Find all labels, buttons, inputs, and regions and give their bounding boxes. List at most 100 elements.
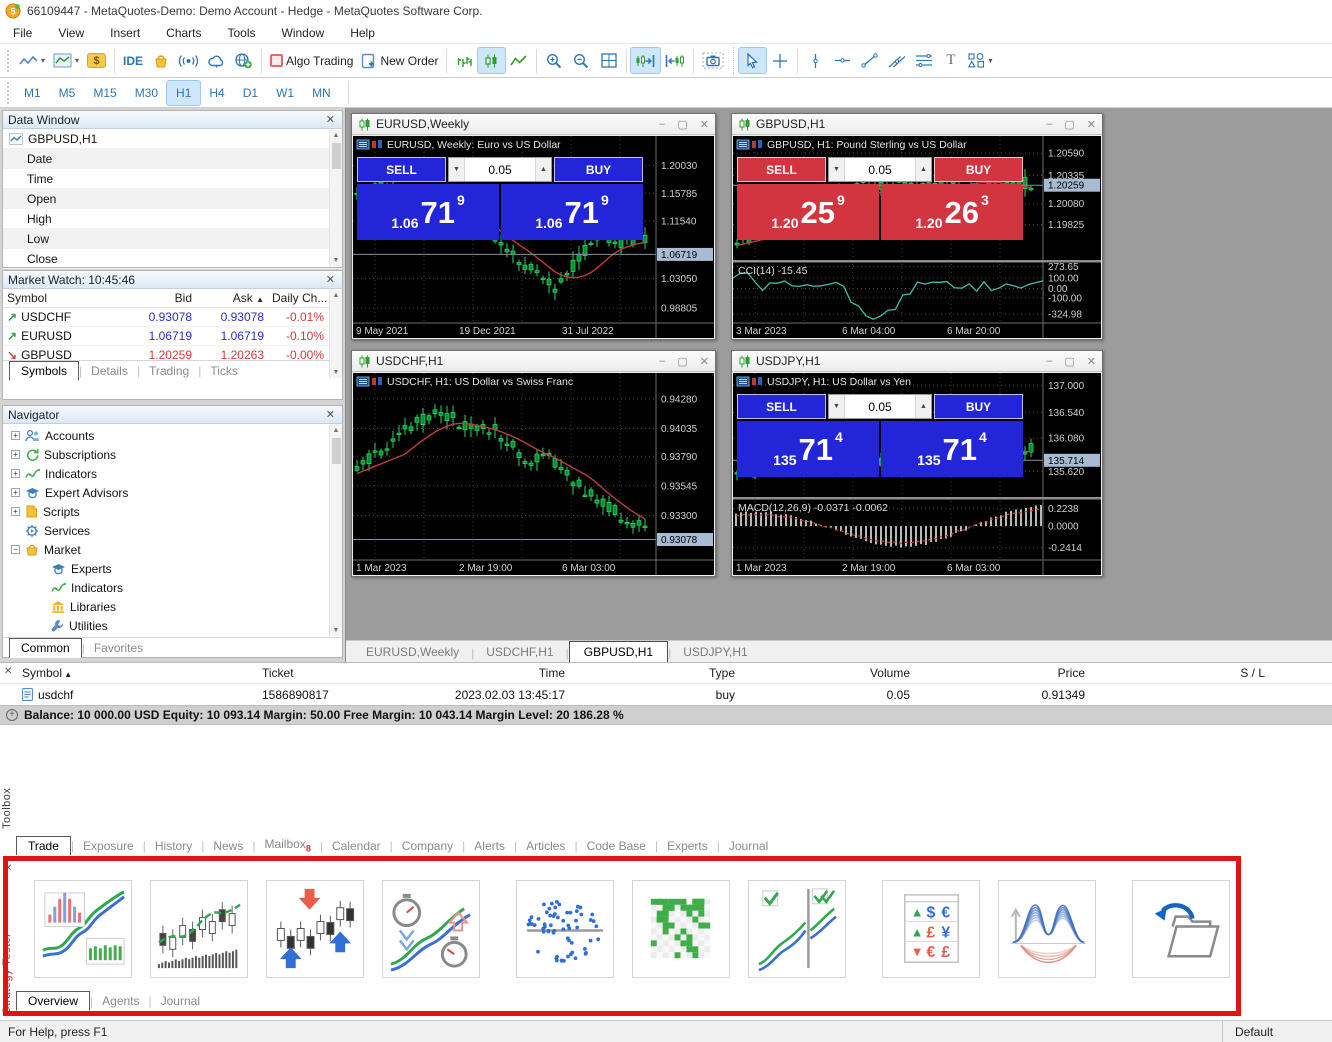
market-watch-scrollbar[interactable]: ▲▼ — [329, 290, 342, 378]
expand-plus-icon[interactable]: + — [6, 709, 18, 721]
navigator-item-scripts[interactable]: +Scripts — [3, 502, 342, 521]
scroll-thumb[interactable] — [332, 143, 341, 169]
volume-value[interactable]: 0.05 — [845, 158, 915, 181]
toolbox-tab-code-base[interactable]: Code Base — [578, 837, 655, 855]
tester-tile-speed-test[interactable] — [382, 880, 480, 978]
tree-expand-icon[interactable]: + — [11, 450, 20, 459]
tester-tile-performance-charts[interactable] — [34, 880, 132, 978]
close-icon[interactable]: ✕ — [700, 118, 709, 131]
zoom-out-button[interactable] — [568, 48, 595, 73]
crosshair-tool-button[interactable] — [766, 48, 793, 73]
minimize-icon[interactable]: – — [1046, 355, 1052, 368]
data-window-scrollbar[interactable]: ▲▼ — [329, 130, 342, 266]
sell-button[interactable]: SELL — [357, 157, 446, 182]
algo-trading-button[interactable]: Algo Trading — [266, 48, 357, 73]
volume-decrease-icon[interactable]: ▼ — [829, 158, 845, 181]
maximize-icon[interactable]: ▢ — [677, 118, 687, 131]
timeframe-m30[interactable]: M30 — [126, 81, 167, 105]
timeframe-mn[interactable]: MN — [303, 81, 340, 105]
buy-button[interactable]: BUY — [554, 157, 643, 182]
close-icon[interactable]: ✕ — [1087, 355, 1096, 368]
tree-expand-icon[interactable]: + — [11, 507, 20, 516]
column-type[interactable]: Type — [571, 666, 741, 680]
timeframe-m1[interactable]: M1 — [15, 81, 50, 105]
signals-button[interactable] — [174, 48, 203, 73]
new-order-button[interactable]: New Order — [357, 48, 442, 73]
toolbox-tab-alerts[interactable]: Alerts — [465, 837, 514, 855]
volume-increase-icon[interactable]: ▲ — [915, 158, 931, 181]
chart-tab-gbpusd-h1[interactable]: GBPUSD,H1 — [569, 641, 668, 662]
auto-scroll-button[interactable] — [631, 48, 660, 73]
vertical-line-tool-button[interactable] — [802, 48, 829, 73]
tester-tile-multicurrency-table[interactable]: ▲$€▲£¥▼€£ — [882, 880, 980, 978]
metaeditor-ide-button[interactable]: IDE — [119, 48, 147, 73]
toolbox-tab-news[interactable]: News — [204, 837, 252, 855]
tester-tile-optimization-grid[interactable] — [632, 880, 730, 978]
close-icon[interactable]: ✕ — [1087, 118, 1096, 131]
scroll-up-icon[interactable]: ▲ — [333, 130, 340, 141]
volume-decrease-icon[interactable]: ▼ — [449, 158, 465, 181]
menu-tools[interactable]: Tools — [215, 23, 269, 43]
column-price[interactable]: Price — [916, 666, 1091, 680]
screenshot-camera-button[interactable] — [698, 48, 728, 73]
maximize-icon[interactable]: ▢ — [677, 355, 687, 368]
tab-symbols[interactable]: Symbols — [9, 361, 79, 381]
column-time[interactable]: Time — [441, 666, 571, 680]
tester-tile-history-quality[interactable] — [150, 880, 248, 978]
buy-price-cell[interactable]: 1.20263 — [881, 184, 1023, 240]
navigator-scrollbar[interactable]: ▲▼ — [329, 425, 342, 636]
minimize-icon[interactable]: – — [1046, 118, 1052, 131]
timeframe-m15[interactable]: M15 — [84, 81, 125, 105]
chart-shift-button[interactable] — [660, 48, 689, 73]
chart-canvas-usdjpy[interactable]: 137.000136.540136.080135.714135.620USDJP… — [733, 373, 1101, 575]
scroll-up-icon[interactable]: ▲ — [333, 290, 340, 301]
tab-common[interactable]: Common — [9, 638, 82, 658]
scroll-up-icon[interactable]: ▲ — [333, 425, 340, 436]
chart-canvas-usdchf[interactable]: 0.942800.940350.937900.935450.933000.930… — [353, 373, 714, 575]
sell-price-cell[interactable]: 135714 — [737, 421, 879, 477]
column-symbol[interactable]: Symbol ▲ — [16, 666, 256, 680]
scroll-down-icon[interactable]: ▼ — [333, 625, 340, 636]
scroll-thumb[interactable] — [332, 438, 341, 464]
toolbox-tab-journal[interactable]: Journal — [720, 837, 777, 855]
menu-file[interactable]: File — [0, 23, 45, 43]
trade-position-row[interactable]: usdchf15868908172023.02.03 13:45:17buy0.… — [0, 684, 1332, 705]
volume-value[interactable]: 0.05 — [465, 158, 535, 181]
equidistant-lines-tool-button[interactable] — [910, 48, 937, 73]
market-dollar-button[interactable]: $ — [83, 48, 110, 73]
toolbox-close-icon[interactable]: ✕ — [4, 666, 12, 677]
bar-chart-style-button[interactable] — [451, 48, 478, 73]
timeframe-w1[interactable]: W1 — [267, 81, 303, 105]
tab-ticks[interactable]: Ticks — [201, 362, 247, 380]
maximize-icon[interactable]: ▢ — [1064, 118, 1074, 131]
minimize-icon[interactable]: – — [659, 355, 665, 368]
community-button[interactable] — [230, 48, 257, 73]
navigator-item-accounts[interactable]: +Accounts — [3, 426, 342, 445]
vps-cloud-button[interactable] — [203, 48, 230, 73]
horizontal-line-tool-button[interactable] — [829, 48, 856, 73]
navigator-item-indicators[interactable]: +Indicators — [3, 464, 342, 483]
chart-window-usdjpy[interactable]: USDJPY,H1–▢✕137.000136.540136.080135.714… — [731, 350, 1103, 577]
toolbox-tab-experts[interactable]: Experts — [658, 837, 717, 855]
status-profile[interactable]: Default — [1222, 1021, 1273, 1042]
chart-window-gbpusd[interactable]: GBPUSD,H1–▢✕1.205901.203351.202591.20080… — [731, 113, 1103, 340]
toolbox-tab-history[interactable]: History — [146, 837, 201, 855]
tester-tile-load-previous[interactable] — [1132, 880, 1230, 978]
buy-button[interactable]: BUY — [934, 394, 1023, 419]
toolbox-tab-exposure[interactable]: Exposure — [74, 837, 143, 855]
candle-chart-style-button[interactable] — [478, 48, 505, 73]
chart-canvas-gbpusd[interactable]: 1.205901.203351.202591.200801.19825GBPUS… — [733, 136, 1101, 338]
navigator-item-experts[interactable]: Experts — [3, 559, 342, 578]
chart-window-usdchf[interactable]: USDCHF,H1–▢✕0.942800.940350.937900.93545… — [351, 350, 716, 577]
toolbox-tab-articles[interactable]: Articles — [517, 837, 574, 855]
navigator-item-libraries[interactable]: Libraries — [3, 597, 342, 616]
market-watch-row-usdchf[interactable]: ↗USDCHF0.930780.93078-0.01% — [3, 308, 342, 327]
volume-value[interactable]: 0.05 — [845, 395, 915, 418]
close-icon[interactable]: ✕ — [324, 273, 337, 286]
tree-expand-icon[interactable]: + — [11, 431, 20, 440]
data-window-toggle-button[interactable]: ▾ — [49, 48, 83, 73]
scroll-down-icon[interactable]: ▼ — [333, 367, 340, 378]
toolbox-tab-trade[interactable]: Trade — [16, 836, 71, 856]
column-bid[interactable]: Bid — [118, 291, 196, 305]
minimize-icon[interactable]: – — [659, 118, 665, 131]
